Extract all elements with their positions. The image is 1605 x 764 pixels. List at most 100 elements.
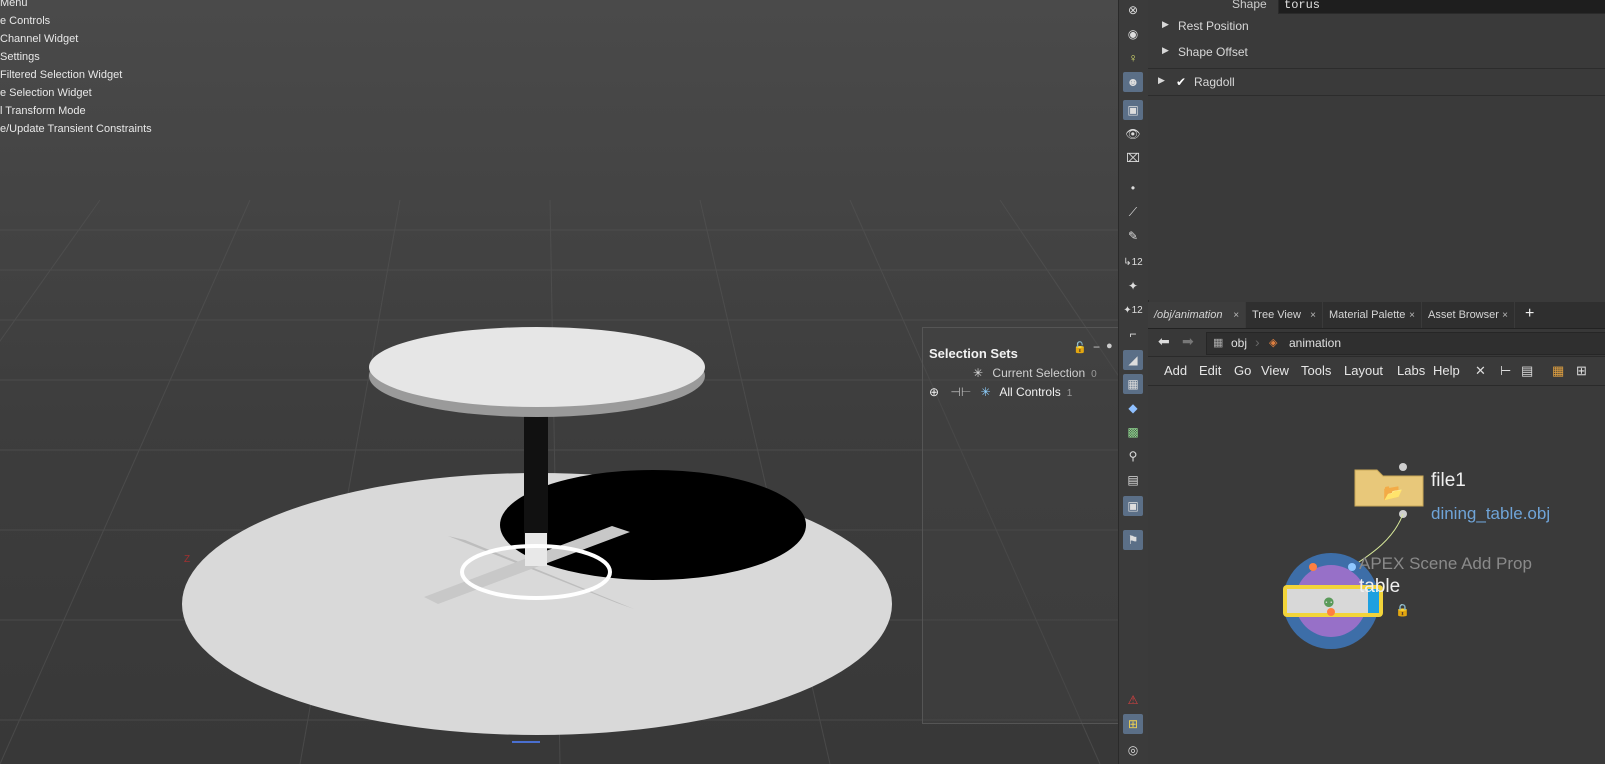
skeleton-icon[interactable]: ☻ [1123, 72, 1143, 92]
point-icon[interactable]: • [1123, 178, 1143, 198]
viewport-menu-item[interactable]: e Selection Widget [0, 84, 152, 102]
asterisk-icon: ✳ [980, 385, 991, 399]
back-arrow-icon[interactable]: ⬅ [1158, 333, 1170, 350]
close-icon[interactable]: × [1233, 310, 1239, 321]
tab-asset-browser[interactable]: Asset Browser × [1422, 302, 1515, 328]
color-palette-icon[interactable]: ▦ [1552, 363, 1564, 379]
shade-icon[interactable]: ◢ [1123, 350, 1143, 370]
breadcrumb-animation[interactable]: animation [1289, 336, 1341, 350]
viewport-menu-item[interactable]: l Transform Mode [0, 102, 152, 120]
number-12-icon[interactable]: ✦12 [1123, 300, 1143, 320]
scene-viewport[interactable]: Z Menu e Controls Channel Widget Setting… [0, 0, 1118, 764]
minimize-icon[interactable]: − [1093, 340, 1100, 354]
viewport-toolbar: ⊗ ◉ ♀ ☻ ▣ 👁 ⌧ • ⟋ ✎ ↳12 ✦ ✦12 ⌐ ◢ ▦ ◆ ▩ … [1118, 0, 1149, 764]
curve-icon[interactable]: ⌐ [1123, 324, 1143, 344]
menu-tools[interactable]: Tools [1301, 363, 1331, 378]
forward-arrow-icon[interactable]: ➡ [1182, 333, 1194, 350]
grid-icon[interactable]: ⊞ [1123, 714, 1143, 734]
close-icon[interactable]: × [1409, 310, 1415, 321]
camera-icon[interactable]: ▣ [1123, 100, 1143, 120]
parameter-panel: Shape torus ▶ Rest Position ▶ Shape Offs… [1148, 0, 1605, 300]
selection-row-current[interactable]: ✳ Current Selection 0 [973, 366, 1097, 380]
triangle-right-icon: ▶ [1162, 19, 1169, 29]
rest-position-folder[interactable]: ▶ Rest Position [1148, 14, 1605, 38]
joint-icon[interactable]: ⚲ [1123, 446, 1143, 466]
pen-icon[interactable]: ✎ [1123, 226, 1143, 246]
shape-label: Shape [1232, 0, 1267, 11]
obj-icon: ▦ [1213, 337, 1224, 349]
pin-location-icon[interactable]: ⚑ [1123, 530, 1143, 550]
triangle-right-icon: ▶ [1162, 45, 1169, 55]
menu-layout[interactable]: Layout [1344, 363, 1383, 378]
pin-icon[interactable]: ● [1106, 340, 1113, 352]
eye-icon[interactable]: 👁 [1123, 124, 1143, 144]
tree-icon[interactable]: ⊢ [1500, 363, 1511, 379]
selection-sets-title: Selection Sets [929, 346, 1018, 361]
key-icon[interactable]: ⊣⊢ [950, 385, 971, 399]
file-node-name[interactable]: file1 [1431, 470, 1466, 492]
camera-view-icon[interactable]: ⌧ [1123, 148, 1143, 168]
viewport-menu-item[interactable]: Channel Widget [0, 30, 152, 48]
menu-add[interactable]: Add [1164, 363, 1187, 378]
number-12-icon[interactable]: ↳12 [1123, 252, 1143, 272]
diamond-icon[interactable]: ◆ [1123, 398, 1143, 418]
wrench-icon[interactable]: ✕ [1475, 363, 1486, 379]
menu-view[interactable]: View [1261, 363, 1289, 378]
triangle-right-icon: ▶ [1158, 75, 1165, 85]
tab-network[interactable]: /obj/animation × [1148, 302, 1246, 328]
apex-node-type: APEX Scene Add Prop [1359, 554, 1532, 573]
pane-tab-bar: /obj/animation × Tree View × Material Pale… [1148, 302, 1605, 329]
menu-help[interactable]: Help [1433, 363, 1460, 378]
light-icon[interactable]: ♀ [1123, 48, 1143, 68]
close-icon[interactable]: × [1310, 310, 1316, 321]
network-menu-bar: Add Edit Go View Tools Layout Labs Help … [1148, 357, 1605, 386]
grid-view-icon[interactable]: ⊞ [1576, 363, 1587, 379]
tab-label: Asset Browser [1428, 309, 1499, 321]
selection-count: 0 [1091, 369, 1097, 380]
brush-icon[interactable]: ⟋ [1123, 202, 1143, 222]
close-icon[interactable]: ⊗ [1123, 0, 1143, 20]
selection-row-all-controls[interactable]: ⊕ ⊣⊢ ✳ All Controls 1 [929, 385, 1072, 399]
ragdoll-folder[interactable]: ▶ ✔ Ragdoll [1148, 70, 1605, 94]
shape-field[interactable]: torus [1278, 0, 1605, 14]
separator-icon: › [1255, 334, 1260, 350]
viewport-menu-item[interactable]: Settings [0, 48, 152, 66]
viewport-menu: Menu e Controls Channel Widget Settings … [0, 0, 152, 138]
file-node-detail: dining_table.obj [1431, 504, 1551, 523]
selection-row-label: Current Selection [992, 366, 1086, 380]
sphere-icon[interactable]: ◉ [1123, 24, 1143, 44]
mesh-icon[interactable]: ▩ [1123, 422, 1143, 442]
apex-node-name[interactable]: table [1359, 576, 1400, 598]
checkbox-checked-icon[interactable]: ✔ [1176, 75, 1186, 89]
tab-tree-view[interactable]: Tree View × [1246, 302, 1323, 328]
lock-icon[interactable]: 🔓 [1073, 341, 1087, 354]
menu-edit[interactable]: Edit [1199, 363, 1221, 378]
menu-labs[interactable]: Labs [1397, 363, 1425, 378]
eye-icon[interactable]: ◎ [1123, 740, 1143, 760]
viewport-menu-item[interactable]: Menu [0, 0, 152, 12]
tab-label: Material Palette [1329, 309, 1406, 321]
viewport-menu-item[interactable]: e/Update Transient Constraints [0, 120, 152, 138]
list-icon[interactable]: ▤ [1521, 363, 1533, 379]
tab-label: /obj/animation [1154, 309, 1223, 321]
node-graph[interactable]: 📂 ⚉ 🔒 [1148, 386, 1605, 764]
viewport-menu-item[interactable]: e Controls [0, 12, 152, 30]
close-icon[interactable]: × [1502, 310, 1508, 321]
viewport-menu-item[interactable]: Filtered Selection Widget [0, 66, 152, 84]
tab-material-palette[interactable]: Material Palette × [1323, 302, 1422, 328]
expand-icon[interactable]: ⊕ [929, 385, 939, 399]
paint-icon[interactable]: ✦ [1123, 276, 1143, 296]
display-icon[interactable]: ▣ [1123, 496, 1143, 516]
path-bar: ⬅ ➡ ▦ obj › ◈ animation [1148, 329, 1605, 357]
menu-go[interactable]: Go [1234, 363, 1251, 378]
network-editor[interactable]: 📂 ⚉ 🔒 file1 dining_table.obj APEX Scene … [1148, 386, 1605, 764]
lock-icon: 🔒 [1395, 603, 1410, 617]
texture-icon[interactable]: ▦ [1123, 374, 1143, 394]
shape-offset-folder[interactable]: ▶ Shape Offset [1148, 40, 1605, 64]
add-tab-icon[interactable]: + [1525, 305, 1534, 323]
folder-label: Rest Position [1178, 19, 1249, 33]
warning-icon[interactable]: ⚠ [1123, 690, 1143, 710]
breadcrumb-obj[interactable]: obj [1231, 336, 1247, 350]
shape-field-value: torus [1284, 0, 1321, 12]
box-icon[interactable]: ▤ [1123, 470, 1143, 490]
